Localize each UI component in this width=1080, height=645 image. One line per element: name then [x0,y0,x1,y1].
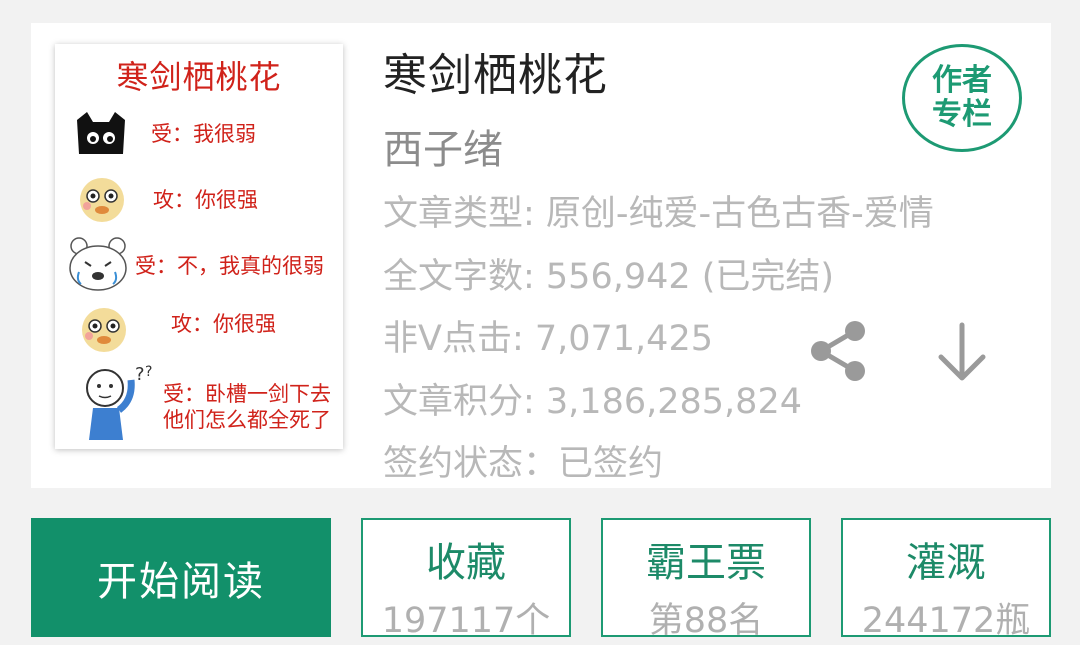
nutrient-label: 灌溉 [906,540,986,586]
meta-genre: 文章类型: 原创-纯爱-古色古香-爱情 [383,194,934,234]
author-column-line2: 专栏 [932,97,992,132]
svg-text:?: ? [135,364,145,385]
cover-line-4: 攻：你很强 [171,312,276,336]
cover-line-3: 受：不，我真的很弱 [135,254,324,278]
meta-clicks: 非V点击: 7,071,425 [383,319,713,359]
overlord-ticket-label: 霸王票 [646,540,766,586]
cat-face-icon [77,112,125,154]
cover-line-6: 他们怎么都全死了 [163,408,331,432]
download-icon[interactable] [935,321,989,383]
meta-score: 文章积分: 3,186,285,824 [383,382,802,422]
duck-face-icon [82,308,126,352]
author-name[interactable]: 西子绪 [383,117,503,175]
book-info-card: 寒剑栖桃花 受：我很弱 攻：你很强 受：不，我真的很弱 攻：你很强 ? ? 受：… [31,23,1051,488]
book-title: 寒剑栖桃花 [383,50,608,101]
svg-text:?: ? [145,364,152,380]
start-reading-button[interactable]: 开始阅读 [31,518,331,637]
favorite-count: 197117个 [381,601,551,641]
share-icon[interactable] [807,319,871,383]
favorite-button[interactable]: 收藏 197117个 [361,518,571,641]
meta-word-count: 全文字数: 556,942 (已完结) [383,257,835,297]
overlord-ticket-rank: 第88名 [648,601,764,641]
nutrient-button[interactable]: 灌溉 244172瓶 [841,518,1051,641]
author-column-line1: 作者 [932,63,992,98]
duck-face-icon [80,178,124,222]
favorite-label: 收藏 [426,540,506,586]
author-column-button[interactable]: 作者 专栏 [902,44,1022,152]
nutrient-count: 244172瓶 [861,601,1031,641]
confused-person-icon: ? ? [86,364,152,440]
bear-face-icon [69,237,127,291]
overlord-ticket-button[interactable]: 霸王票 第88名 [601,518,811,641]
book-cover[interactable]: 寒剑栖桃花 受：我很弱 攻：你很强 受：不，我真的很弱 攻：你很强 ? ? 受：… [55,44,343,449]
cover-line-2: 攻：你很强 [153,188,258,212]
meta-sign-status: 签约状态：已签约 [383,444,664,484]
cover-title: 寒剑栖桃花 [116,58,282,96]
cover-line-1: 受：我很弱 [151,122,256,146]
